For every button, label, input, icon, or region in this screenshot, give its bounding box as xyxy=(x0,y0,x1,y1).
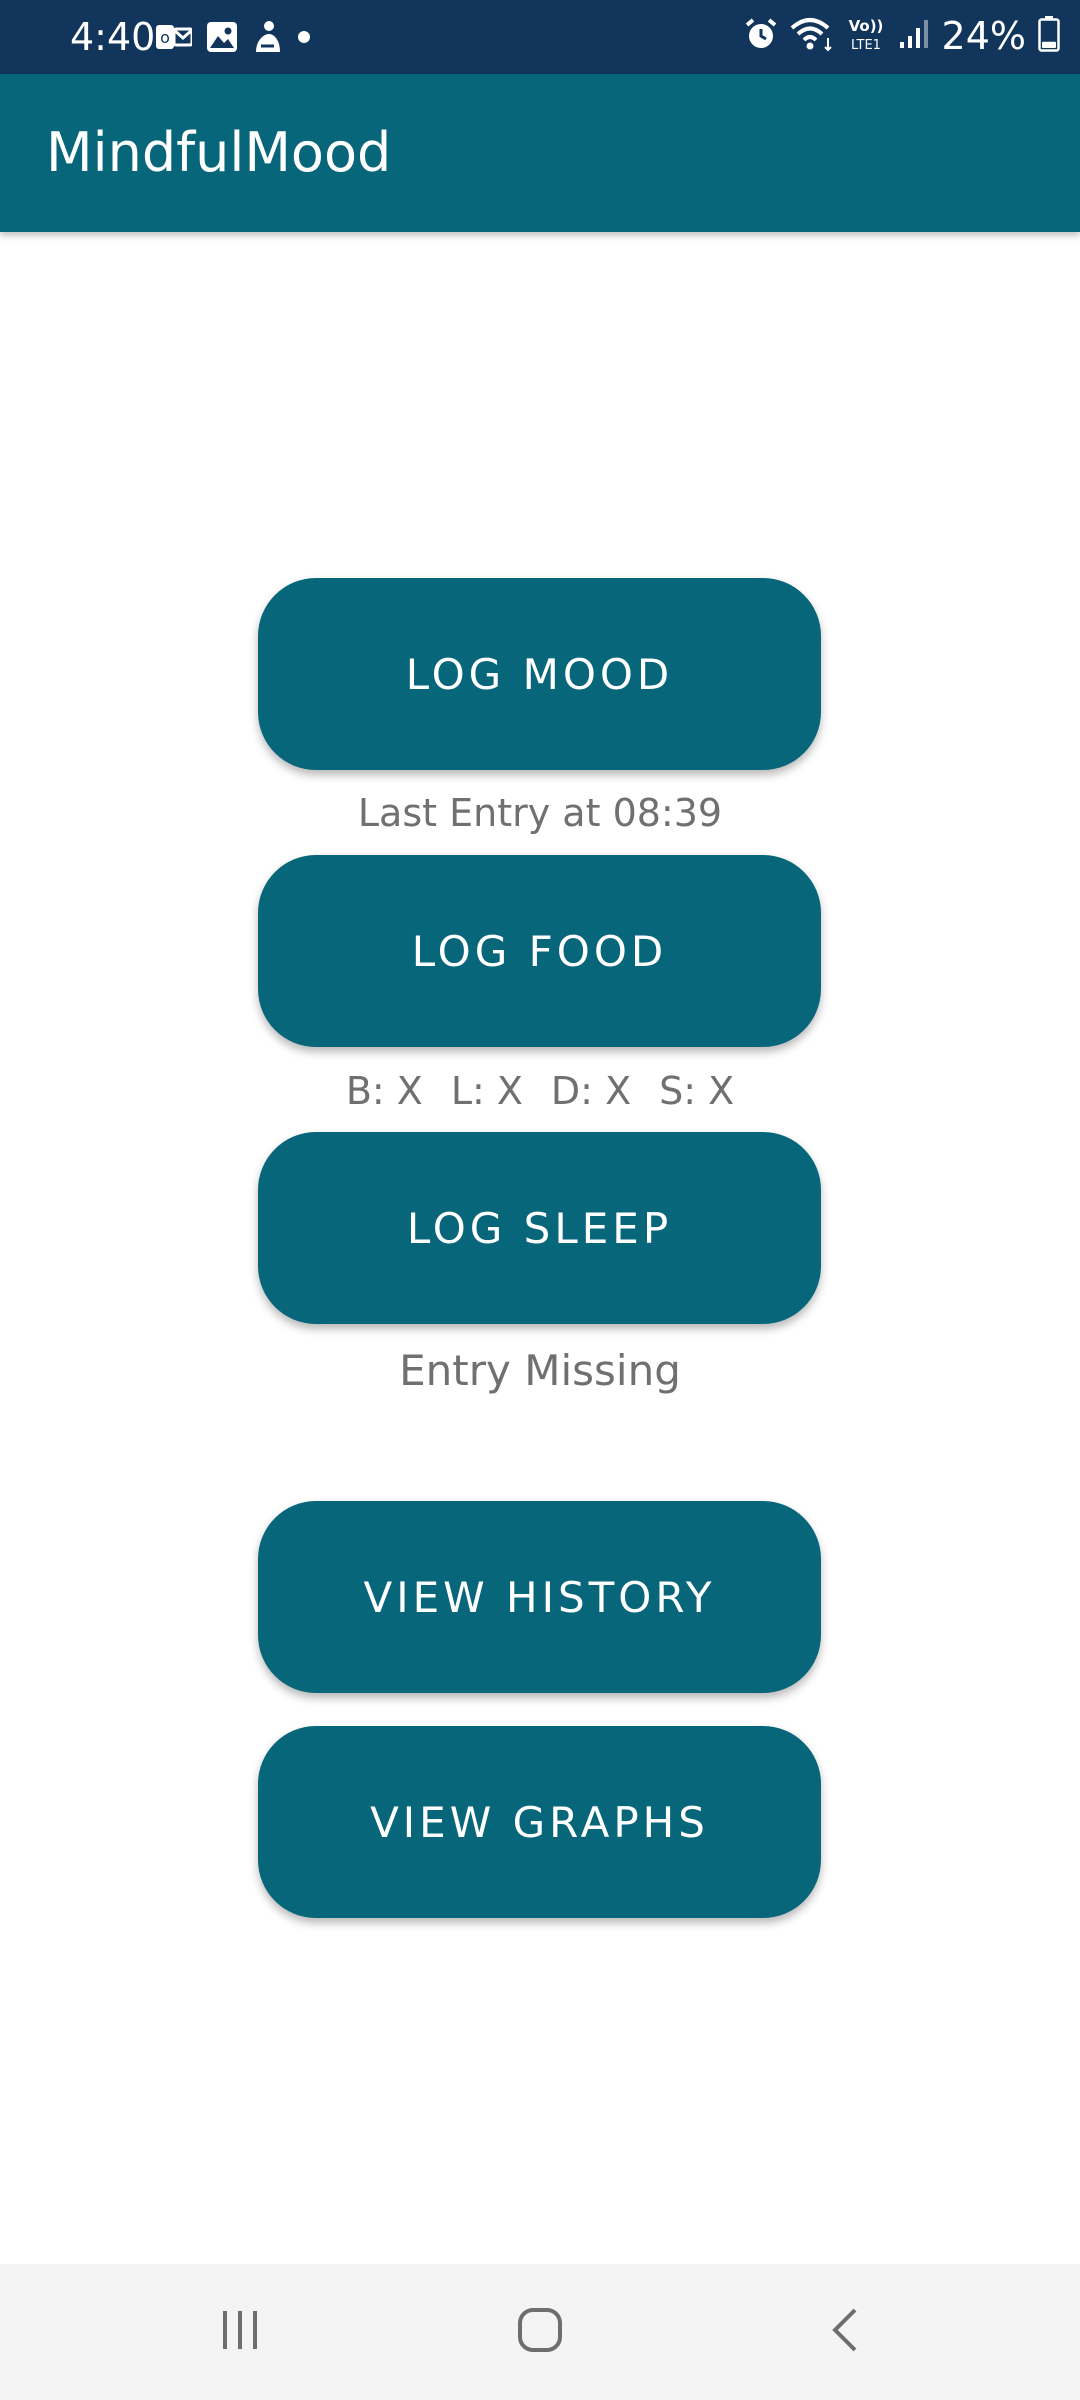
log-mood-button[interactable]: LOG MOOD xyxy=(258,578,821,770)
notification-icons: o xyxy=(156,20,326,58)
navigation-bar xyxy=(0,2264,1080,2400)
signal-icon xyxy=(898,18,930,54)
wifi-icon xyxy=(790,16,834,56)
outlook-notification-icon: o xyxy=(156,21,194,57)
mood-last-entry-text: Last Entry at 08:39 xyxy=(357,791,723,835)
food-status-summary: B: X L: X D: X S: X xyxy=(0,1068,1080,1114)
view-history-button[interactable]: VIEW HISTORY xyxy=(258,1501,821,1693)
battery-percentage: 24% xyxy=(941,14,1026,58)
svg-text:Vo)): Vo)) xyxy=(848,17,883,35)
status-time: 4:40 xyxy=(70,15,156,59)
log-food-button[interactable]: LOG FOOD xyxy=(258,855,821,1047)
recent-apps-button[interactable] xyxy=(140,2264,340,2400)
alarm-icon xyxy=(744,17,778,55)
view-graphs-button[interactable]: VIEW GRAPHS xyxy=(258,1726,821,1918)
app-title: MindfulMood xyxy=(46,121,392,184)
back-button[interactable] xyxy=(745,2264,945,2400)
gallery-notification-icon xyxy=(206,21,238,57)
status-bar: 4:40 o Vo)) LTE1 24% xyxy=(0,0,1080,74)
battery-icon xyxy=(1038,16,1060,56)
back-icon xyxy=(825,2305,865,2359)
lunch-status: L: X xyxy=(450,1069,523,1113)
snack-status: S: X xyxy=(659,1069,735,1113)
more-notifications-dot-icon xyxy=(296,29,312,49)
home-icon xyxy=(515,2305,565,2359)
breakfast-status: B: X xyxy=(345,1069,423,1113)
sleep-status-text: Entry Missing xyxy=(399,1346,681,1395)
volte-lte1-icon: Vo)) LTE1 xyxy=(846,16,886,56)
app-notification-icon xyxy=(252,20,282,58)
recent-apps-icon xyxy=(217,2307,263,2357)
screen: 4:40 o Vo)) LTE1 24% MindfulMood LOG MOO… xyxy=(0,0,1080,2400)
system-status-icons: Vo)) LTE1 24% xyxy=(732,12,1060,60)
app-bar: MindfulMood xyxy=(0,74,1080,232)
svg-text:LTE1: LTE1 xyxy=(851,38,881,52)
dinner-status: D: X xyxy=(550,1069,632,1113)
log-sleep-button[interactable]: LOG SLEEP xyxy=(258,1132,821,1324)
home-button[interactable] xyxy=(440,2264,640,2400)
svg-text:o: o xyxy=(160,28,170,47)
